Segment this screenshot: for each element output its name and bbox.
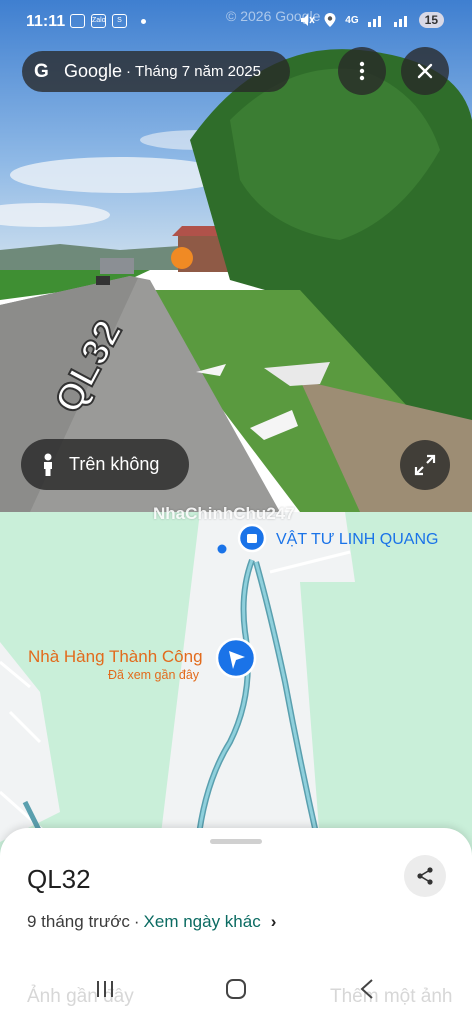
capture-date: Tháng 7 năm 2025: [135, 63, 261, 80]
close-button[interactable]: [401, 47, 449, 95]
home-nav-icon[interactable]: [225, 978, 247, 1000]
time-ago-text: 9 tháng trước: [27, 912, 130, 931]
status-right-icons: 4G 15: [299, 12, 444, 28]
chevron-right-icon: ›: [270, 912, 277, 931]
location-icon: [324, 13, 336, 27]
back-nav-icon[interactable]: [358, 978, 376, 1000]
status-time: 11:11: [26, 13, 66, 30]
battery-indicator: 15: [418, 12, 444, 28]
brand-title: Google: [64, 61, 123, 81]
photo-date-row: 9 tháng trước · Xem ngày khác ›: [27, 912, 276, 932]
poi-restaurant-label[interactable]: Nhà Hàng Thành Công: [28, 647, 203, 667]
expand-icon: [414, 454, 436, 476]
signal-2-icon: [393, 16, 407, 27]
shop-icon: S: [112, 14, 127, 28]
title-separator: ·: [126, 63, 132, 80]
status-app-icons: Zalo S: [70, 14, 146, 28]
network-type: 4G: [345, 14, 359, 26]
zalo-icon: Zalo: [91, 14, 106, 28]
google-date-pill[interactable]: G Google · Tháng 7 năm 2025: [22, 51, 290, 92]
share-button[interactable]: [404, 855, 446, 897]
more-options-button[interactable]: [338, 47, 386, 95]
poi-restaurant-sublabel: Đã xem gần đây: [108, 668, 200, 682]
sheet-drag-handle[interactable]: [210, 839, 262, 844]
mute-icon: [301, 14, 315, 26]
share-icon: [417, 867, 433, 885]
other-days-link[interactable]: Xem ngày khác: [144, 912, 261, 932]
meta-separator: ·: [133, 912, 140, 931]
more-vert-icon: [359, 61, 365, 81]
aerial-view-button[interactable]: Trên không: [21, 439, 189, 490]
close-icon: [417, 63, 433, 79]
place-title: QL32: [27, 864, 91, 894]
watermark-text: NhaChinhChu247: [153, 504, 295, 523]
expand-button[interactable]: [400, 440, 450, 490]
aerial-view-label: Trên không: [69, 454, 160, 474]
street-view-panorama[interactable]: 11:11 Zalo S © 2026 Google 4G 15 G Googl…: [0, 0, 472, 512]
notification-dot-icon: [141, 18, 146, 24]
status-bar: 11:11 Zalo S © 2026 Google 4G 15: [0, 0, 472, 44]
signal-icon: [367, 16, 381, 27]
person-icon: [44, 453, 52, 476]
google-g-icon: G: [34, 60, 49, 82]
recents-nav-icon[interactable]: [94, 978, 116, 1000]
system-nav-bar: [0, 950, 472, 1024]
poi-store-label[interactable]: VẬT TƯ LINH QUANG: [276, 531, 438, 549]
gallery-icon: [70, 14, 85, 28]
